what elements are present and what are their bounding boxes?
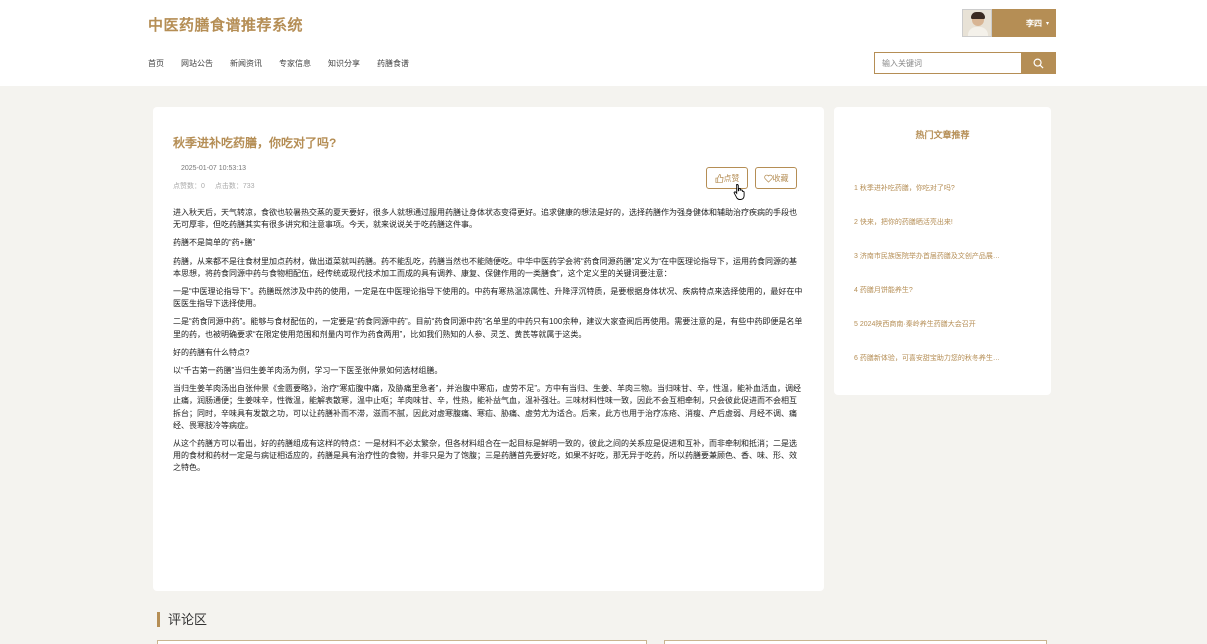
search-bar — [874, 52, 1056, 74]
hand-cursor-icon — [733, 184, 745, 200]
hot-article-link[interactable]: 4 药膳月饼能养生? — [854, 285, 1034, 319]
search-icon — [1033, 58, 1044, 69]
article-paragraph: 二是“药食同源中药”。能够与食材配伍的，一定要是“药食同源中药”。目前“药食同源… — [173, 317, 803, 339]
hot-article-link[interactable]: 5 2024陕西商南·秦岭养生药膳大会召开 — [854, 319, 1034, 353]
site-title[interactable]: 中医药膳食谱推荐系统 — [148, 14, 303, 35]
comment-side-box — [664, 640, 1047, 644]
article-paragraph: 药膳不是简单的“药+膳” — [173, 238, 255, 248]
hot-articles-list: 1 秋季进补吃药膳，你吃对了吗? 2 快来，把你的药膳晒活亮出来! 3 济南市民… — [854, 183, 1034, 387]
user-dropdown-button[interactable]: 李四 ▾ — [992, 9, 1056, 37]
hot-articles-title: 热门文章推荐 — [915, 130, 970, 140]
article-paragraph: 一是“中医理论指导下”。药膳既然涉及中药的使用，一定是在中医理论指导下使用的。中… — [173, 287, 803, 309]
user-avatar[interactable] — [962, 9, 992, 37]
nav-experts[interactable]: 专家信息 — [279, 58, 311, 69]
article-paragraph: 以“千古第一药膳”当归生姜羊肉汤为例，学习一下医圣张仲景如何选材组膳。 — [173, 366, 443, 376]
like-count: 点赞数：0 — [173, 183, 205, 190]
article-title: 秋季进补吃药膳，你吃对了吗? — [173, 136, 337, 150]
nav-news[interactable]: 新闻资讯 — [230, 58, 262, 69]
article-paragraph: 好的药膳有什么特点? — [173, 347, 250, 357]
article-date: 2025-01-07 10:53:13 — [181, 165, 246, 172]
site-header: 中医药膳食谱推荐系统 首页 网站公告 新闻资讯 专家信息 知识分享 药膳食谱 李… — [0, 0, 1207, 86]
main-nav: 首页 网站公告 新闻资讯 专家信息 知识分享 药膳食谱 — [148, 58, 426, 69]
article-paragraph: 从这个药膳方可以看出，好的药膳组成有这样的特点：一是材料不必太繁杂，但各材料组合… — [173, 439, 797, 473]
like-label: 点赞 — [723, 173, 740, 183]
article-stats: 点赞数：0 点击数：733 — [173, 181, 263, 191]
hot-article-link[interactable]: 2 快来，把你的药膳晒活亮出来! — [854, 217, 1034, 251]
article-paragraph: 药膳，从来都不是往食材里加点药材，做出道菜就叫药膳。药不能乱吃，药膳当然也不能随… — [173, 256, 797, 278]
user-menu[interactable]: 李四 ▾ — [962, 9, 1056, 37]
hot-articles-panel: 热门文章推荐 1 秋季进补吃药膳，你吃对了吗? 2 快来，把你的药膳晒活亮出来!… — [834, 107, 1051, 395]
comments-heading: 评论区 — [157, 612, 207, 627]
article-card: 秋季进补吃药膳，你吃对了吗? 2025-01-07 10:53:13 点赞数：0… — [153, 107, 824, 591]
favorite-button[interactable]: 收藏 — [755, 167, 797, 189]
article-paragraph: 进入秋天后，天气转凉，食欲也较暑热交蒸的夏天要好，很多人就想通过服用药膳让身体状… — [173, 208, 797, 230]
hot-article-link[interactable]: 1 秋季进补吃药膳，你吃对了吗? — [854, 183, 1034, 217]
article-body: 进入秋天后，天气转凉，食欲也较暑热交蒸的夏天要好，很多人就想通过服用药膳让身体状… — [173, 207, 803, 481]
search-input[interactable] — [874, 52, 1021, 74]
chevron-down-icon: ▾ — [1045, 20, 1049, 27]
nav-announcements[interactable]: 网站公告 — [181, 58, 213, 69]
hot-article-link[interactable]: 6 药膳新体验，可喜安甜宝助力您的秋冬养生… — [854, 353, 1034, 387]
nav-recipes[interactable]: 药膳食谱 — [377, 58, 409, 69]
nav-knowledge[interactable]: 知识分享 — [328, 58, 360, 69]
user-name: 李四 — [1025, 18, 1042, 28]
comment-input-box[interactable] — [157, 640, 647, 644]
heart-icon — [763, 174, 773, 183]
hot-article-link[interactable]: 3 济南市民族医院举办首届药膳及文创产品展… — [854, 251, 1034, 285]
article-paragraph: 当归生姜羊肉汤出自张仲景《金匮要略》，治疗“寒疝腹中痛，及胁痛里急者”，并治腹中… — [173, 384, 801, 430]
favorite-label: 收藏 — [772, 173, 789, 183]
thumbs-up-icon — [715, 173, 724, 183]
search-button[interactable] — [1021, 52, 1056, 74]
nav-home[interactable]: 首页 — [148, 58, 164, 69]
click-count: 点击数：733 — [214, 183, 255, 190]
